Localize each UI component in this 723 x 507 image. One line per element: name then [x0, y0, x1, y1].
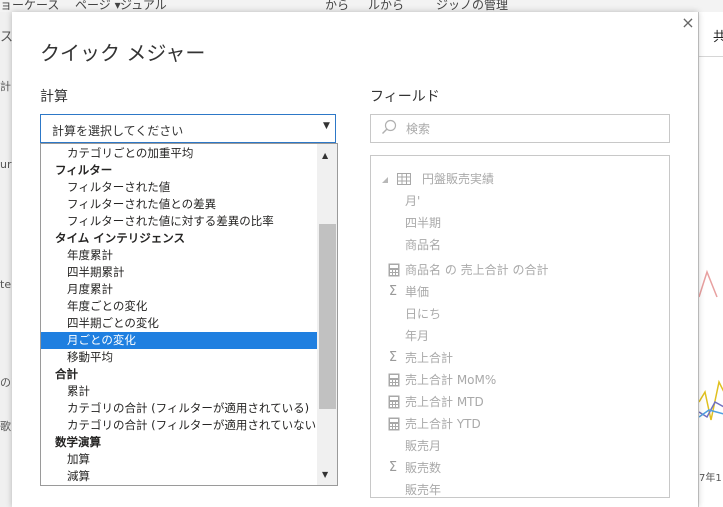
collapse-triangle-icon[interactable]: [381, 176, 389, 184]
scroll-up-icon[interactable]: ▲: [322, 151, 328, 160]
field-item[interactable]: 販売月: [405, 436, 441, 456]
field-item[interactable]: 月': [405, 191, 420, 211]
list-item[interactable]: 移動平均: [41, 349, 337, 366]
list-item[interactable]: 月度累計: [41, 281, 337, 298]
list-item[interactable]: カテゴリの合計 (フィルターが適用されている): [41, 400, 337, 417]
left-fragment: te: [0, 278, 12, 291]
dialog-title: クイック メジャー: [40, 41, 206, 65]
table-name[interactable]: 円盤販売実績: [422, 169, 494, 189]
calculation-label: 計算: [40, 89, 68, 105]
search-input[interactable]: [404, 121, 658, 137]
calculation-dropdown[interactable]: 計算を選択してください ▼: [40, 114, 336, 143]
table-icon: [397, 173, 411, 185]
quick-measure-dialog: × クイック メジャー 計算 フィールド 計算を選択してください ▼ カテゴリご…: [12, 12, 698, 507]
calculator-icon: [388, 395, 400, 409]
field-item[interactable]: 売上合計: [405, 348, 453, 368]
left-fragment: 計: [0, 80, 11, 93]
scroll-down-icon[interactable]: ▼: [322, 470, 328, 479]
left-fragment: 歌: [0, 420, 11, 433]
list-item[interactable]: 累計: [41, 383, 337, 400]
background-chart-fragment: [699, 269, 723, 421]
field-search-box[interactable]: [370, 114, 670, 143]
background-right-panel: 共 7年1: [698, 12, 723, 507]
list-category: 合計: [55, 367, 78, 381]
field-item[interactable]: 販売年: [405, 480, 441, 500]
calculation-list[interactable]: カテゴリごとの加重平均 フィルター フィルターされた値 フィルターされた値との差…: [40, 143, 338, 486]
list-category: 数学演算: [55, 435, 101, 449]
field-item[interactable]: 商品名: [405, 235, 441, 255]
calculator-icon: [388, 417, 400, 431]
list-scrollbar[interactable]: ▲ ▼: [317, 144, 337, 485]
list-item[interactable]: 年度累計: [41, 247, 337, 264]
sigma-icon: Σ: [388, 284, 398, 299]
calculator-icon: [388, 373, 400, 387]
dropdown-placeholder: 計算を選択してください: [52, 124, 184, 138]
field-item[interactable]: 年月: [405, 326, 429, 346]
list-item-selected[interactable]: 月ごとの変化: [41, 332, 337, 349]
fields-panel: 円盤販売実績 月' 四半期 商品名 商品名 の 売上合計 の合計 Σ 単価 日に…: [370, 155, 670, 498]
search-icon: [382, 119, 397, 134]
field-item[interactable]: 商品名 の 売上合計 の合計: [405, 260, 548, 280]
sigma-icon: Σ: [388, 350, 398, 365]
field-item[interactable]: 売上合計 YTD: [405, 414, 481, 434]
list-item[interactable]: 加算: [41, 451, 337, 468]
list-item[interactable]: カテゴリの合計 (フィルターが適用されていない): [41, 417, 337, 434]
field-item[interactable]: 販売数: [405, 458, 441, 478]
fields-label: フィールド: [370, 89, 440, 105]
scrollbar-thumb[interactable]: [319, 224, 336, 409]
list-item[interactable]: 減算: [41, 468, 337, 485]
field-item[interactable]: 売上合計 MTD: [405, 392, 484, 412]
sigma-icon: Σ: [388, 460, 398, 475]
list-item[interactable]: カテゴリごとの加重平均: [41, 145, 337, 162]
list-item[interactable]: 四半期累計: [41, 264, 337, 281]
list-category: フィルター: [55, 163, 113, 177]
chevron-down-icon: ▼: [323, 121, 330, 131]
share-tab-fragment: 共: [713, 26, 723, 45]
field-item[interactable]: 売上合計 MoM%: [405, 370, 496, 390]
field-item[interactable]: 単価: [405, 282, 429, 302]
list-item[interactable]: フィルターされた値: [41, 179, 337, 196]
list-item[interactable]: 年度ごとの変化: [41, 298, 337, 315]
list-item[interactable]: フィルターされた値に対する差異の比率: [41, 213, 337, 230]
year-fragment: 7年1: [699, 473, 722, 484]
calculator-icon: [388, 263, 400, 277]
list-item[interactable]: 四半期ごとの変化: [41, 315, 337, 332]
left-fragment: ur: [0, 158, 12, 171]
divider: [699, 56, 723, 57]
field-item[interactable]: 日にち: [405, 304, 441, 324]
close-button[interactable]: ×: [680, 14, 696, 32]
list-item[interactable]: フィルターされた値との差異: [41, 196, 337, 213]
list-category: タイム インテリジェンス: [55, 231, 186, 245]
field-item[interactable]: 四半期: [405, 213, 441, 233]
